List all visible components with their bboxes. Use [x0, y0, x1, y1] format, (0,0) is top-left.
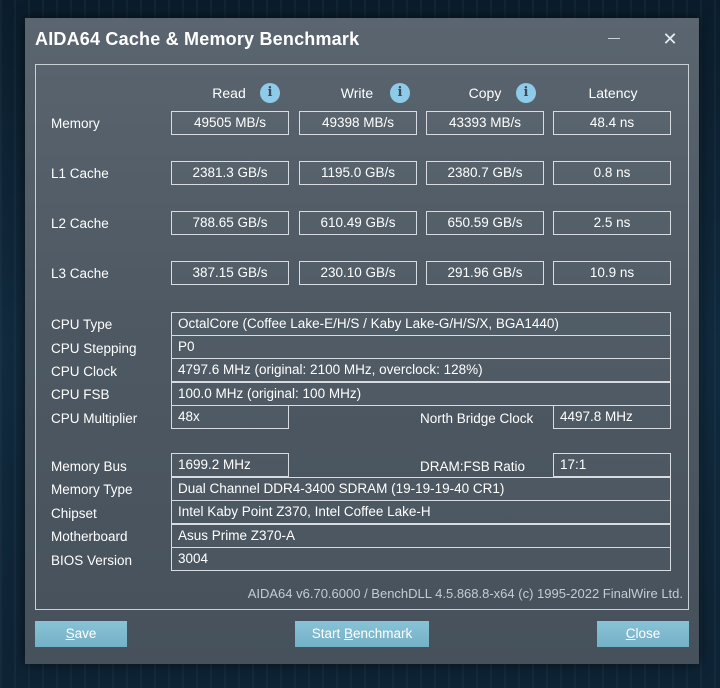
write-info-icon[interactable]: i [390, 83, 410, 103]
north-bridge-clock-value: 4497.8 MHz [553, 405, 671, 429]
l3-write-value: 230.10 GB/s [299, 261, 417, 285]
cpu-type-label: CPU Type [51, 317, 113, 332]
l1-latency-value: 0.8 ns [553, 161, 671, 185]
save-button[interactable]: Save [35, 621, 127, 647]
memory-bus-label: Memory Bus [51, 459, 127, 474]
l1-write-value: 1195.0 GB/s [299, 161, 417, 185]
motherboard-value: Asus Prime Z370-A [171, 524, 671, 548]
benchmark-window: AIDA64 Cache & Memory Benchmark ✕ Read i… [25, 18, 699, 664]
memory-copy-value: 43393 MB/s [426, 111, 544, 135]
motherboard-label: Motherboard [51, 529, 128, 544]
start-benchmark-button[interactable]: Start Benchmark [295, 621, 429, 647]
cpu-type-value: OctalCore (Coffee Lake-E/H/S / Kaby Lake… [171, 312, 671, 336]
start-label-prefix: Start [311, 626, 344, 641]
dram-fsb-ratio-value: 17:1 [553, 453, 671, 477]
l2-copy-value: 650.59 GB/s [426, 211, 544, 235]
bios-version-value: 3004 [171, 547, 671, 571]
chipset-value: Intel Kaby Point Z370, Intel Coffee Lake… [171, 500, 671, 524]
l2-latency-value: 2.5 ns [553, 211, 671, 235]
title-bar[interactable]: AIDA64 Cache & Memory Benchmark ✕ [25, 18, 699, 62]
memory-write-value: 49398 MB/s [299, 111, 417, 135]
column-header-read: Read [212, 85, 246, 101]
north-bridge-clock-label: North Bridge Clock [420, 411, 534, 426]
close-window-button[interactable]: ✕ [653, 24, 687, 54]
row-label-l2-cache: L2 Cache [51, 216, 109, 231]
cpu-clock-value: 4797.6 MHz (original: 2100 MHz, overcloc… [171, 358, 671, 382]
memory-read-value: 49505 MB/s [171, 111, 289, 135]
column-header-latency: Latency [588, 85, 638, 101]
close-icon: ✕ [662, 29, 678, 49]
save-hotkey: S [65, 626, 75, 641]
window-title: AIDA64 Cache & Memory Benchmark [35, 29, 360, 49]
bios-version-label: BIOS Version [51, 553, 133, 568]
minimize-button[interactable] [597, 24, 631, 54]
memory-bus-value: 1699.2 MHz [171, 453, 289, 477]
cpu-multiplier-label: CPU Multiplier [51, 411, 138, 426]
cpu-stepping-value: P0 [171, 335, 671, 359]
l2-write-value: 610.49 GB/s [299, 211, 417, 235]
cpu-fsb-label: CPU FSB [51, 387, 110, 402]
memory-type-value: Dual Channel DDR4-3400 SDRAM (19-19-19-4… [171, 477, 671, 501]
results-panel: Read i Write i Copy i Latency Memory 495… [35, 64, 689, 610]
l3-copy-value: 291.96 GB/s [426, 261, 544, 285]
start-label-rest: enchmark [353, 626, 413, 641]
cpu-stepping-label: CPU Stepping [51, 341, 137, 356]
l1-read-value: 2381.3 GB/s [171, 161, 289, 185]
save-label: ave [74, 626, 97, 641]
cpu-multiplier-value: 48x [171, 405, 289, 429]
row-label-l3-cache: L3 Cache [51, 266, 109, 281]
l3-read-value: 387.15 GB/s [171, 261, 289, 285]
l1-copy-value: 2380.7 GB/s [426, 161, 544, 185]
column-header-write: Write [340, 85, 374, 101]
memory-type-label: Memory Type [51, 482, 133, 497]
close-button[interactable]: Close [597, 621, 689, 647]
memory-latency-value: 48.4 ns [553, 111, 671, 135]
row-label-memory: Memory [51, 116, 100, 131]
close-label: lose [635, 626, 661, 641]
l2-read-value: 788.65 GB/s [171, 211, 289, 235]
copy-info-icon[interactable]: i [516, 83, 536, 103]
l3-latency-value: 10.9 ns [553, 261, 671, 285]
start-hotkey: B [343, 626, 353, 641]
read-info-icon[interactable]: i [260, 83, 280, 103]
cpu-clock-label: CPU Clock [51, 364, 118, 379]
chipset-label: Chipset [51, 506, 97, 521]
dram-fsb-ratio-label: DRAM:FSB Ratio [420, 459, 526, 474]
column-header-copy: Copy [468, 85, 502, 101]
row-label-l1-cache: L1 Cache [51, 166, 109, 181]
version-credit: AIDA64 v6.70.6000 / BenchDLL 4.5.868.8-x… [247, 586, 683, 601]
minimize-icon [608, 38, 620, 40]
cpu-fsb-value: 100.0 MHz (original: 100 MHz) [171, 382, 671, 406]
